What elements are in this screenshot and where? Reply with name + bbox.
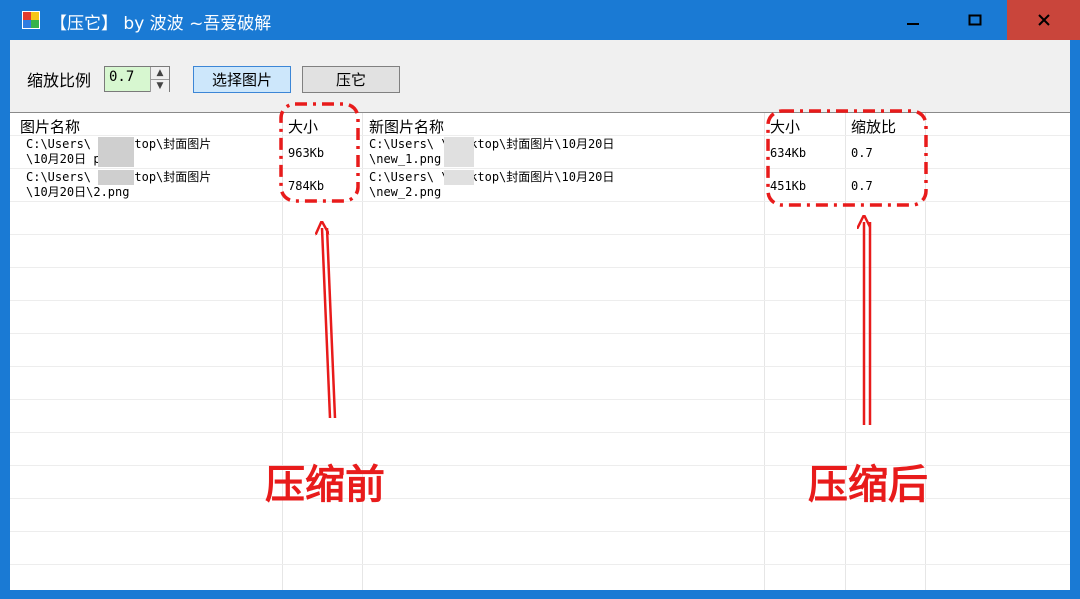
arrow-up-icon bbox=[322, 228, 337, 419]
arrow-up-icon bbox=[864, 222, 872, 425]
highlight-after-size bbox=[766, 109, 928, 207]
highlight-before-size bbox=[279, 102, 360, 203]
annotation-after: 压缩后 bbox=[808, 462, 928, 508]
annotation-before: 压缩前 bbox=[265, 462, 385, 508]
